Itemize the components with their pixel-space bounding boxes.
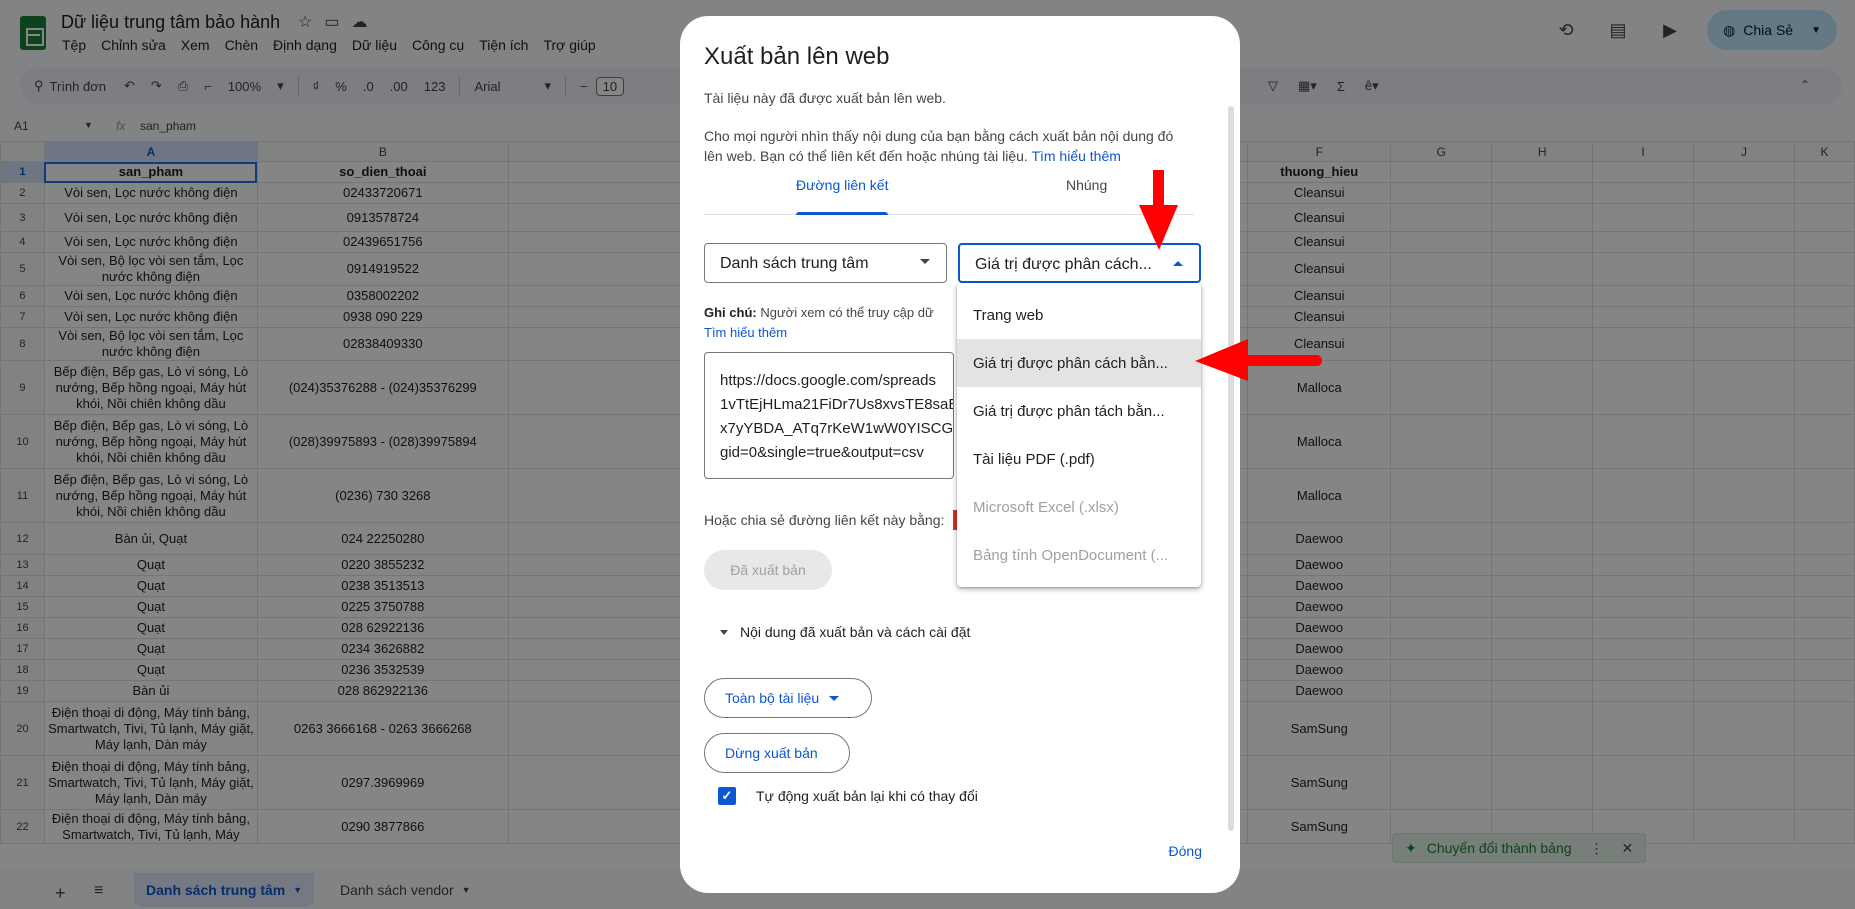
dialog-title: Xuất bản lên web [704,43,890,70]
note-label: Ghi chú: [704,305,757,320]
published-url-field[interactable]: https://docs.google.com/spreads 1vTtEjHL… [704,352,954,479]
format-dropdown-menu: Trang web Giá trị được phân cách bằn... … [957,283,1201,587]
learn-more-link[interactable]: Tìm hiểu thêm [1031,148,1120,164]
url-line: x7yYBDA_ATq7rKeW1wW0YISCG [720,420,954,437]
chevron-down-icon [920,259,930,264]
stop-publishing-label: Dừng xuất bản [725,745,818,761]
expand-triangle-icon [720,629,728,635]
whole-document-label: Toàn bộ tài liệu [725,690,820,706]
menu-item-pdf[interactable]: Tài liệu PDF (.pdf) [957,435,1201,483]
format-select-value: Giá trị được phân cách... [975,256,1152,273]
menu-item-web-page[interactable]: Trang web [957,291,1201,339]
note-text: Người xem có thể truy cập dữ [760,305,934,320]
share-link-label: Hoặc chia sẻ đường liên kết này bằng: [704,512,945,528]
url-line: 1vTtEjHLma21FiDr7Us8xvsTE8saE [720,396,954,413]
published-content-label: Nội dung đã xuất bản và cách cài đặt [740,624,971,640]
chevron-down-icon [829,695,840,701]
url-line: gid=0&single=true&output=csv [720,444,924,461]
tab-link[interactable]: Đường liên kết [796,177,889,215]
note-learn-more-link[interactable]: Tìm hiểu thêm [704,325,787,340]
publish-tabs: Đường liên kết Nhúng [704,177,1194,215]
viewer-note: Ghi chú: Người xem có thể truy cập dữ Tì… [704,303,954,343]
published-button[interactable]: Đã xuất bản [704,550,832,590]
auto-republish-label: Tự động xuất bản lại khi có thay đổi [756,788,978,804]
format-select[interactable]: Giá trị được phân cách... [958,243,1201,283]
auto-republish-checkbox[interactable]: ✓ [718,787,736,805]
whole-document-button[interactable]: Toàn bộ tài liệu [704,678,872,718]
sheet-select-value: Danh sách trung tâm [720,255,869,272]
menu-item-xlsx: Microsoft Excel (.xlsx) [973,498,1119,516]
menu-item-tsv[interactable]: Giá trị được phân tách bằn... [957,387,1201,435]
dialog-description: Cho mọi người nhìn thấy nội dung của bạn… [704,126,1194,166]
sheet-select[interactable]: Danh sách trung tâm [704,243,947,283]
url-line: https://docs.google.com/spreads [720,372,936,389]
menu-item-ods: Bảng tính OpenDocument (... [973,546,1169,564]
dialog-scrollbar[interactable] [1228,106,1234,831]
stop-publishing-button[interactable]: Dừng xuất bản [704,733,850,773]
close-button[interactable]: Đóng [1169,843,1202,859]
published-content-toggle[interactable]: Nội dung đã xuất bản và cách cài đặt [720,624,970,640]
auto-republish-row: ✓ Tự động xuất bản lại khi có thay đổi [718,787,978,805]
published-notice: Tài liệu này đã được xuất bản lên web. [704,90,946,106]
tab-embed[interactable]: Nhúng [1066,177,1107,215]
chevron-up-icon [1173,261,1183,266]
menu-item-csv[interactable]: Giá trị được phân cách bằn... [957,339,1201,387]
